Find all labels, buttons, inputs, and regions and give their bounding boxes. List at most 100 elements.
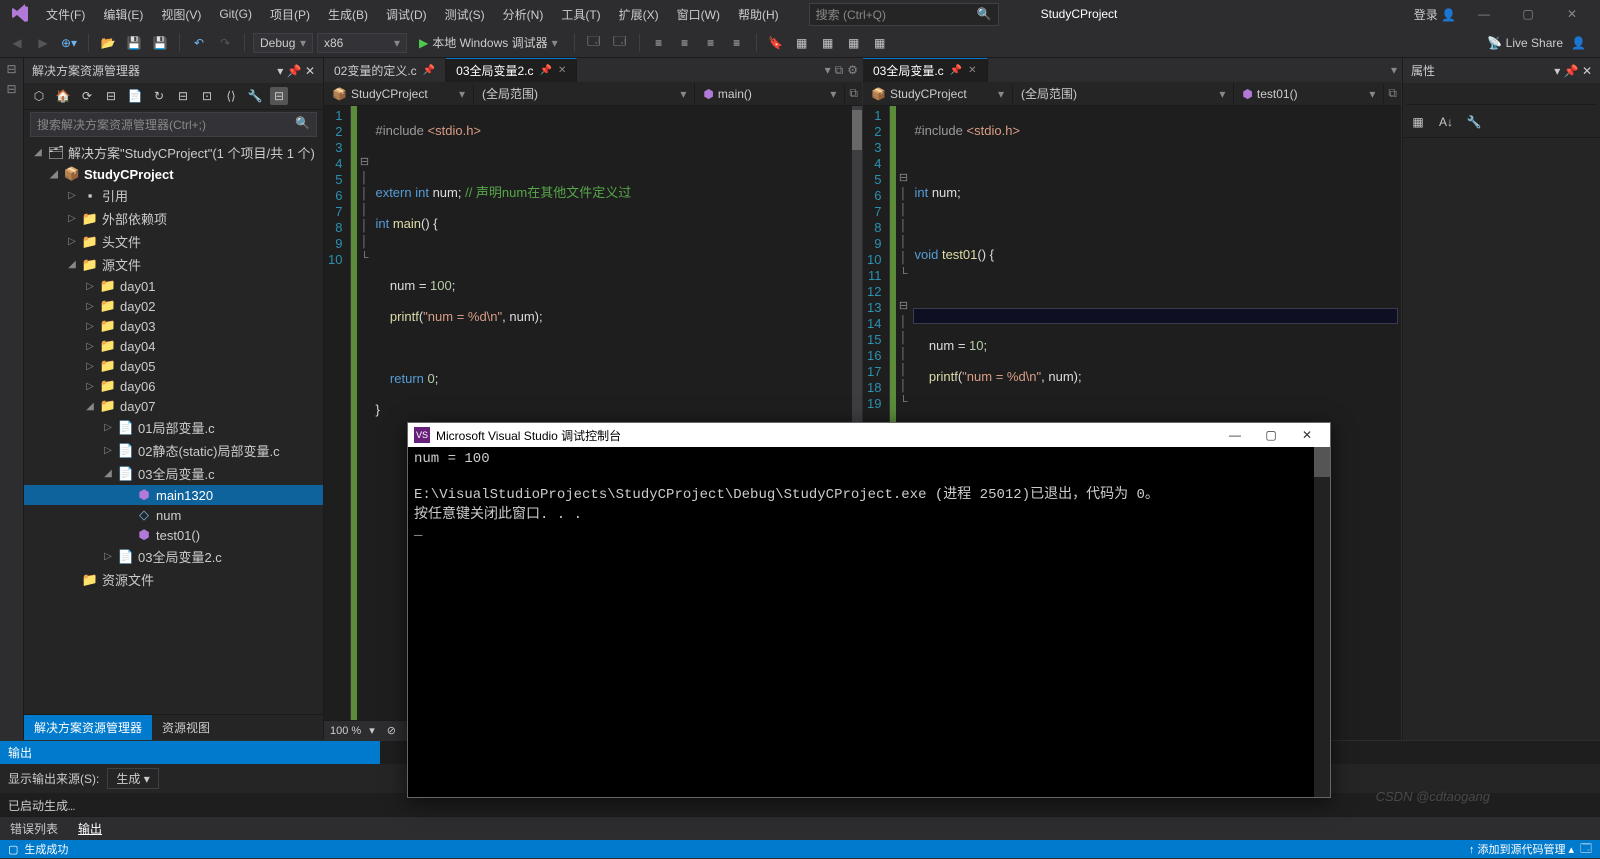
editor-tab[interactable]: 03全局变量2.c📌✕ — [446, 58, 577, 82]
cat-icon[interactable]: ▦ — [1409, 113, 1427, 131]
open-icon[interactable]: 📂 — [97, 32, 119, 54]
tree-symbol-main[interactable]: ⬢main1320 — [24, 485, 323, 505]
tree-day05[interactable]: ▷📁day05 — [24, 356, 323, 376]
crumb-scope[interactable]: (全局范围)▾ — [474, 82, 695, 105]
editor-tab[interactable]: 02变量的定义.c📌 — [324, 59, 446, 82]
view-icon[interactable]: ⟨⟩ — [222, 87, 240, 105]
tb-icon-8[interactable]: ▦ — [791, 32, 813, 54]
dropdown-icon[interactable]: ▾ — [277, 64, 283, 78]
tree-day01[interactable]: ▷📁day01 — [24, 276, 323, 296]
tree-day06[interactable]: ▷📁day06 — [24, 376, 323, 396]
tree-file-1[interactable]: ▷📄01局部变量.c — [24, 416, 323, 439]
crumb-func[interactable]: ⬢test01()▾ — [1234, 84, 1384, 104]
tb-icon-3[interactable]: ≡ — [648, 32, 670, 54]
tree-headers[interactable]: ▷📁头文件 — [24, 230, 323, 253]
home-icon[interactable]: ⬡ — [30, 87, 48, 105]
menu-tools[interactable]: 工具(T) — [553, 2, 608, 27]
split-icon[interactable]: ⧉ — [845, 86, 862, 101]
close-icon[interactable]: ✕ — [968, 65, 976, 76]
save-icon[interactable]: 💾 — [123, 32, 145, 54]
tab-solution-explorer[interactable]: 解决方案资源管理器 — [24, 715, 152, 740]
tree-day02[interactable]: ▷📁day02 — [24, 296, 323, 316]
split-icon[interactable]: ⧉ — [835, 63, 844, 78]
menu-view[interactable]: 视图(V) — [153, 2, 209, 27]
editor-tab[interactable]: 03全局变量.c📌✕ — [863, 58, 988, 82]
console-scrollbar[interactable] — [1314, 447, 1330, 797]
pin-icon[interactable]: 📌 — [540, 65, 552, 76]
close-icon[interactable]: ✕ — [558, 65, 566, 76]
tb-icon-9[interactable]: ▦ — [817, 32, 839, 54]
menu-help[interactable]: 帮助(H) — [730, 2, 787, 27]
crumb-scope[interactable]: (全局范围)▾ — [1013, 82, 1234, 105]
tb-icon-6[interactable]: ≡ — [726, 32, 748, 54]
pin-icon[interactable]: 📌 — [287, 64, 302, 78]
tree-day04[interactable]: ▷📁day04 — [24, 336, 323, 356]
menu-window[interactable]: 窗口(W) — [669, 2, 728, 27]
wrench-icon[interactable]: 🔧 — [1465, 113, 1483, 131]
pin-icon[interactable]: 📌 — [1564, 64, 1579, 78]
crumb-func[interactable]: ⬢main()▾ — [695, 84, 845, 104]
tb-icon-1[interactable]: 🗔 — [583, 32, 605, 54]
tb-icon-7[interactable]: 🔖 — [765, 32, 787, 54]
global-search-input[interactable]: 搜索 (Ctrl+Q) 🔍 — [809, 3, 999, 26]
rail-icon-2[interactable]: ⊟ — [6, 82, 16, 96]
tb-icon-2[interactable]: 🗔 — [609, 32, 631, 54]
minimize-button[interactable]: — — [1468, 7, 1500, 21]
tab-output[interactable]: 输出 — [68, 817, 112, 840]
menu-extensions[interactable]: 扩展(X) — [611, 2, 667, 27]
collapse-icon[interactable]: ⊟ — [174, 87, 192, 105]
console-titlebar[interactable]: VS Microsoft Visual Studio 调试控制台 — ▢ ✕ — [408, 423, 1330, 447]
close-button[interactable]: ✕ — [1556, 7, 1588, 21]
filter-icon[interactable]: ⊟ — [102, 87, 120, 105]
split-icon[interactable]: ⧉ — [1384, 86, 1401, 101]
crumb-project[interactable]: 📦StudyCProject▾ — [863, 84, 1013, 104]
status-extra-icon[interactable]: 🗔 — [1580, 840, 1592, 859]
pin-icon[interactable]: 📌 — [950, 65, 962, 76]
new-project-icon[interactable]: ⊕▾ — [58, 32, 80, 54]
close-icon[interactable]: ✕ — [1582, 64, 1592, 78]
menu-edit[interactable]: 编辑(E) — [95, 2, 151, 27]
forward-icon[interactable]: ▶ — [32, 32, 54, 54]
tb-icon-10[interactable]: ▦ — [843, 32, 865, 54]
pin-icon[interactable]: 📌 — [423, 65, 435, 76]
tree-symbol-num[interactable]: ◇num — [24, 505, 323, 525]
gear-icon[interactable]: ⚙ — [847, 63, 858, 78]
maximize-button[interactable]: ▢ — [1512, 7, 1544, 21]
console-close-button[interactable]: ✕ — [1290, 428, 1324, 442]
tree-project[interactable]: ◢📦StudyCProject — [24, 164, 323, 184]
tree-refs[interactable]: ▷▪引用 — [24, 184, 323, 207]
sync-icon[interactable]: ⟳ — [78, 87, 96, 105]
tree-symbol-test01[interactable]: ⬢test01() — [24, 525, 323, 545]
menu-analyze[interactable]: 分析(N) — [495, 2, 552, 27]
tab-overflow-icon[interactable]: ▾ — [1391, 63, 1397, 77]
tab-error-list[interactable]: 错误列表 — [0, 817, 68, 840]
tb-icon-11[interactable]: ▦ — [869, 32, 891, 54]
source-control-button[interactable]: ↑ 添加到源代码管理 ▴ — [1469, 841, 1574, 857]
tb-icon-5[interactable]: ≡ — [700, 32, 722, 54]
tree-file-3[interactable]: ◢📄03全局变量.c — [24, 462, 323, 485]
menu-debug[interactable]: 调试(D) — [378, 2, 435, 27]
menu-test[interactable]: 测试(S) — [437, 2, 493, 27]
rail-icon-1[interactable]: ⊟ — [6, 62, 16, 76]
zoom-select[interactable]: 100 % — [330, 725, 361, 737]
props-icon[interactable]: ⊡ — [198, 87, 216, 105]
tab-resource-view[interactable]: 资源视图 — [152, 715, 220, 740]
showall-icon[interactable]: 📄 — [126, 87, 144, 105]
toggle-icon[interactable]: ⊟ — [270, 87, 288, 105]
home2-icon[interactable]: 🏠 — [54, 87, 72, 105]
platform-select[interactable]: x86▾ — [317, 33, 407, 53]
close-icon[interactable]: ✕ — [305, 64, 315, 78]
tree-file-2[interactable]: ▷📄02静态(static)局部变量.c — [24, 439, 323, 462]
refresh-icon[interactable]: ↻ — [150, 87, 168, 105]
menu-project[interactable]: 项目(P) — [262, 2, 318, 27]
dropdown-icon[interactable]: ▾ — [1554, 64, 1560, 78]
tree-file-4[interactable]: ▷📄03全局变量2.c — [24, 545, 323, 568]
back-icon[interactable]: ◀ — [6, 32, 28, 54]
tb-icon-4[interactable]: ≡ — [674, 32, 696, 54]
alpha-icon[interactable]: A↓ — [1437, 113, 1455, 131]
crumb-project[interactable]: 📦StudyCProject▾ — [324, 84, 474, 104]
menu-build[interactable]: 生成(B) — [320, 2, 376, 27]
tree-solution-root[interactable]: ◢🗂解决方案"StudyCProject"(1 个项目/共 1 个) — [24, 141, 323, 164]
tree-source[interactable]: ◢📁源文件 — [24, 253, 323, 276]
start-debug-button[interactable]: ▶本地 Windows 调试器▾ — [411, 32, 566, 53]
